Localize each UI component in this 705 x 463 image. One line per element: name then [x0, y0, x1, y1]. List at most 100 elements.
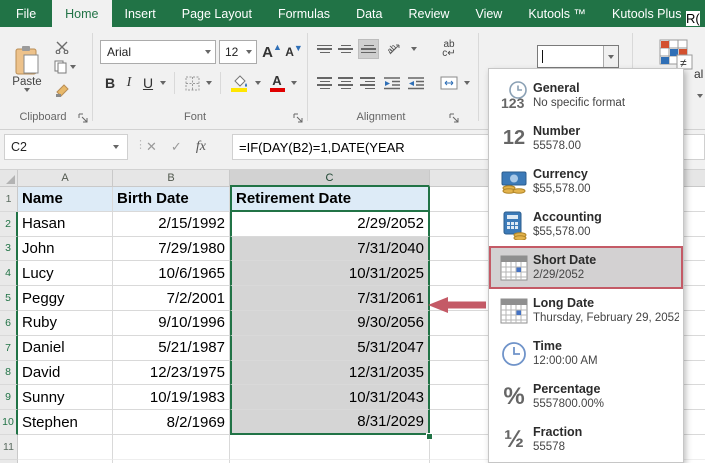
orientation-caret-icon[interactable] — [408, 39, 419, 59]
font-size-combobox[interactable]: 12 — [219, 40, 257, 64]
cell-c5[interactable]: 7/31/2061 — [230, 286, 430, 311]
alignment-dialog-launcher[interactable] — [449, 113, 460, 124]
menu-item-general[interactable]: 123 General No specific format — [489, 74, 683, 117]
cell-c11[interactable] — [230, 435, 430, 460]
merge-center-button[interactable] — [437, 73, 461, 93]
font-name-combobox[interactable]: Arial — [100, 40, 216, 64]
font-color-caret-icon[interactable] — [288, 72, 300, 94]
fill-color-button[interactable] — [227, 71, 251, 95]
cell-c10[interactable]: 8/31/2029 — [230, 410, 430, 435]
row-header-10[interactable]: 10 — [0, 410, 18, 435]
menu-item-time[interactable]: Time 12:00:00 AM — [489, 332, 683, 375]
tab-home[interactable]: Home — [52, 0, 112, 27]
tab-insert[interactable]: Insert — [112, 0, 169, 27]
menu-item-long-date[interactable]: Long Date Thursday, February 29, 2052 — [489, 289, 683, 332]
row-header-1[interactable]: 1 — [0, 187, 18, 212]
number-format-dropdown-button[interactable] — [603, 46, 618, 67]
row-header-7[interactable]: 7 — [0, 335, 18, 361]
cell-b7[interactable]: 5/21/1987 — [113, 335, 230, 361]
row-header-3[interactable]: 3 — [0, 236, 18, 262]
enter-button[interactable]: ✓ — [171, 139, 182, 155]
font-name-caret-icon[interactable] — [200, 41, 215, 63]
cell-c7[interactable]: 5/31/2047 — [230, 335, 430, 361]
cell-a7[interactable]: Daniel — [18, 335, 113, 361]
cell-a4[interactable]: Lucy — [18, 261, 113, 287]
align-top-button[interactable] — [316, 42, 333, 56]
row-header-8[interactable]: 8 — [0, 360, 18, 386]
underline-caret-icon[interactable] — [157, 72, 169, 94]
menu-item-currency[interactable]: Currency $55,578.00 — [489, 160, 683, 203]
menu-item-fraction[interactable]: ½ Fraction 55578 — [489, 418, 683, 461]
column-header-c[interactable]: C — [230, 170, 430, 187]
cell-c3[interactable]: 7/31/2040 — [230, 236, 430, 262]
merge-center-caret-icon[interactable] — [461, 73, 472, 93]
italic-button[interactable]: I — [121, 72, 137, 94]
tab-view[interactable]: View — [462, 0, 515, 27]
cell-b10[interactable]: 8/2/1969 — [113, 410, 230, 435]
row-header-4[interactable]: 4 — [0, 261, 18, 287]
align-bottom-button[interactable] — [358, 39, 379, 59]
wrap-text-button[interactable]: ab c↵ — [437, 37, 461, 61]
cell-a9[interactable]: Sunny — [18, 385, 113, 411]
font-dialog-launcher[interactable] — [293, 113, 304, 124]
tab-page-layout[interactable]: Page Layout — [169, 0, 265, 27]
cancel-button[interactable]: ✕ — [146, 139, 157, 155]
tab-review[interactable]: Review — [395, 0, 462, 27]
cell-b5[interactable]: 7/2/2001 — [113, 286, 230, 311]
decrease-font-size-button[interactable]: A ▼ — [284, 40, 304, 64]
menu-item-short-date[interactable]: Short Date 2/29/2052 — [489, 246, 683, 289]
cell-b9[interactable]: 10/19/1983 — [113, 385, 230, 411]
underline-button[interactable]: U — [139, 72, 157, 94]
number-format-combobox[interactable] — [537, 45, 619, 68]
cell-a11[interactable] — [18, 435, 113, 460]
column-header-b[interactable]: B — [113, 170, 230, 187]
cell-c9[interactable]: 10/31/2043 — [230, 385, 430, 411]
borders-caret-icon[interactable] — [203, 72, 215, 94]
cell-c8[interactable]: 12/31/2035 — [230, 360, 430, 386]
cell-b11[interactable] — [113, 435, 230, 460]
tab-kutools[interactable]: Kutools ™ — [515, 0, 599, 27]
cell-b6[interactable]: 9/10/1996 — [113, 311, 230, 336]
tab-kutools-plus[interactable]: Kutools Plus — [599, 0, 694, 27]
align-right-button[interactable] — [358, 76, 375, 90]
insert-function-button[interactable]: fx — [196, 139, 206, 155]
formula-bar-grip[interactable]: ⋮ — [135, 138, 146, 156]
increase-indent-button[interactable] — [405, 74, 427, 92]
cell-c4[interactable]: 10/31/2025 — [230, 261, 430, 287]
copy-button[interactable] — [50, 59, 80, 75]
cell-c2-active[interactable]: 2/29/2052 — [230, 211, 430, 237]
align-middle-button[interactable] — [337, 42, 354, 56]
row-header-6[interactable]: 6 — [0, 311, 18, 336]
selection-fill-handle[interactable] — [426, 433, 433, 440]
cell-a8[interactable]: David — [18, 360, 113, 386]
cell-a6[interactable]: Ruby — [18, 311, 113, 336]
align-left-button[interactable] — [316, 76, 333, 90]
orientation-button[interactable]: ab — [384, 39, 408, 59]
name-box[interactable]: C2 — [4, 134, 128, 160]
select-all-corner[interactable] — [0, 170, 18, 187]
cell-a3[interactable]: John — [18, 236, 113, 262]
cell-b8[interactable]: 12/23/1975 — [113, 360, 230, 386]
tab-formulas[interactable]: Formulas — [265, 0, 343, 27]
menu-item-number[interactable]: 12 Number 55578.00 — [489, 117, 683, 160]
align-center-button[interactable] — [337, 76, 354, 90]
font-size-caret-icon[interactable] — [241, 41, 256, 63]
cell-b4[interactable]: 10/6/1965 — [113, 261, 230, 287]
clipboard-dialog-launcher[interactable] — [78, 113, 89, 124]
fill-color-caret-icon[interactable] — [252, 72, 264, 94]
cell-a2[interactable]: Hasan — [18, 211, 113, 237]
menu-item-percentage[interactable]: % Percentage 5557800.00% — [489, 375, 683, 418]
cell-a1[interactable]: Name — [18, 187, 113, 212]
cell-b1[interactable]: Birth Date — [113, 187, 230, 212]
column-header-a[interactable]: A — [18, 170, 113, 187]
format-painter-button[interactable] — [52, 81, 72, 99]
row-header-2[interactable]: 2 — [0, 211, 18, 237]
cell-c1[interactable]: Retirement Date — [230, 187, 430, 212]
cell-c6[interactable]: 9/30/2056 — [230, 311, 430, 336]
borders-button[interactable] — [181, 72, 203, 94]
menu-item-accounting[interactable]: Accounting $55,578.00 — [489, 203, 683, 246]
tab-file[interactable]: File — [0, 0, 52, 27]
paste-button[interactable]: Paste — [8, 37, 46, 101]
bold-button[interactable]: B — [101, 72, 119, 94]
font-color-button[interactable]: A — [267, 71, 287, 95]
